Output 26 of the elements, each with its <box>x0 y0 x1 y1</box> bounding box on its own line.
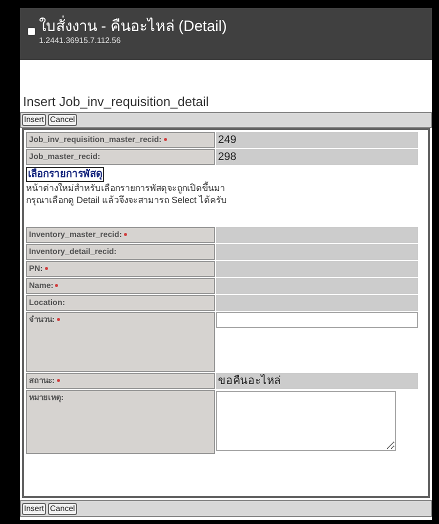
form-button[interactable]: Insert <box>22 502 46 514</box>
form-button[interactable]: Insert <box>22 114 46 126</box>
field-label: Location: <box>29 297 65 309</box>
text-area[interactable] <box>216 391 396 451</box>
header-title: ใบสั่งงาน - คืนอะไหล่ (Detail) <box>39 18 227 36</box>
field-label: Inventory_master_recid: <box>29 229 122 241</box>
input-field[interactable] <box>216 312 418 328</box>
header-subtitle: 1.2441.36915.7.112.56 <box>39 36 122 46</box>
select-item-link[interactable]: เลือกรายการพัสดุ <box>26 167 104 182</box>
readonly-field: 298 <box>216 149 418 165</box>
field-label: Inventory_detail_recid: <box>29 246 117 258</box>
form-button[interactable]: Cancel <box>48 114 77 126</box>
help-text: กรุณาเลือกดู Detail แล้วจึงจะสามารถ Select ได้ครับ <box>26 194 228 206</box>
field-label: Name: <box>29 280 54 292</box>
field-label: สถานะ: <box>29 375 55 387</box>
readonly-field: 249 <box>216 132 418 148</box>
field-label: Job_master_recid: <box>29 151 100 163</box>
field-label: หมายเหตุ: <box>29 392 64 404</box>
form-title: Insert Job_inv_requisition_detail <box>23 94 210 110</box>
field-label: PN: <box>29 263 43 275</box>
form-button[interactable]: Cancel <box>48 502 77 514</box>
help-text: หน้าต่างใหม่สำหรับเลือกรายการพัสดุจะถูกเปิดขึ้นมา <box>26 182 226 194</box>
field-label: จำนวน: <box>29 314 55 326</box>
page-icon <box>28 28 35 35</box>
readonly-field: ขอคืนอะไหล่ <box>216 373 418 389</box>
field-label: Job_inv_requisition_master_recid: <box>29 134 162 146</box>
